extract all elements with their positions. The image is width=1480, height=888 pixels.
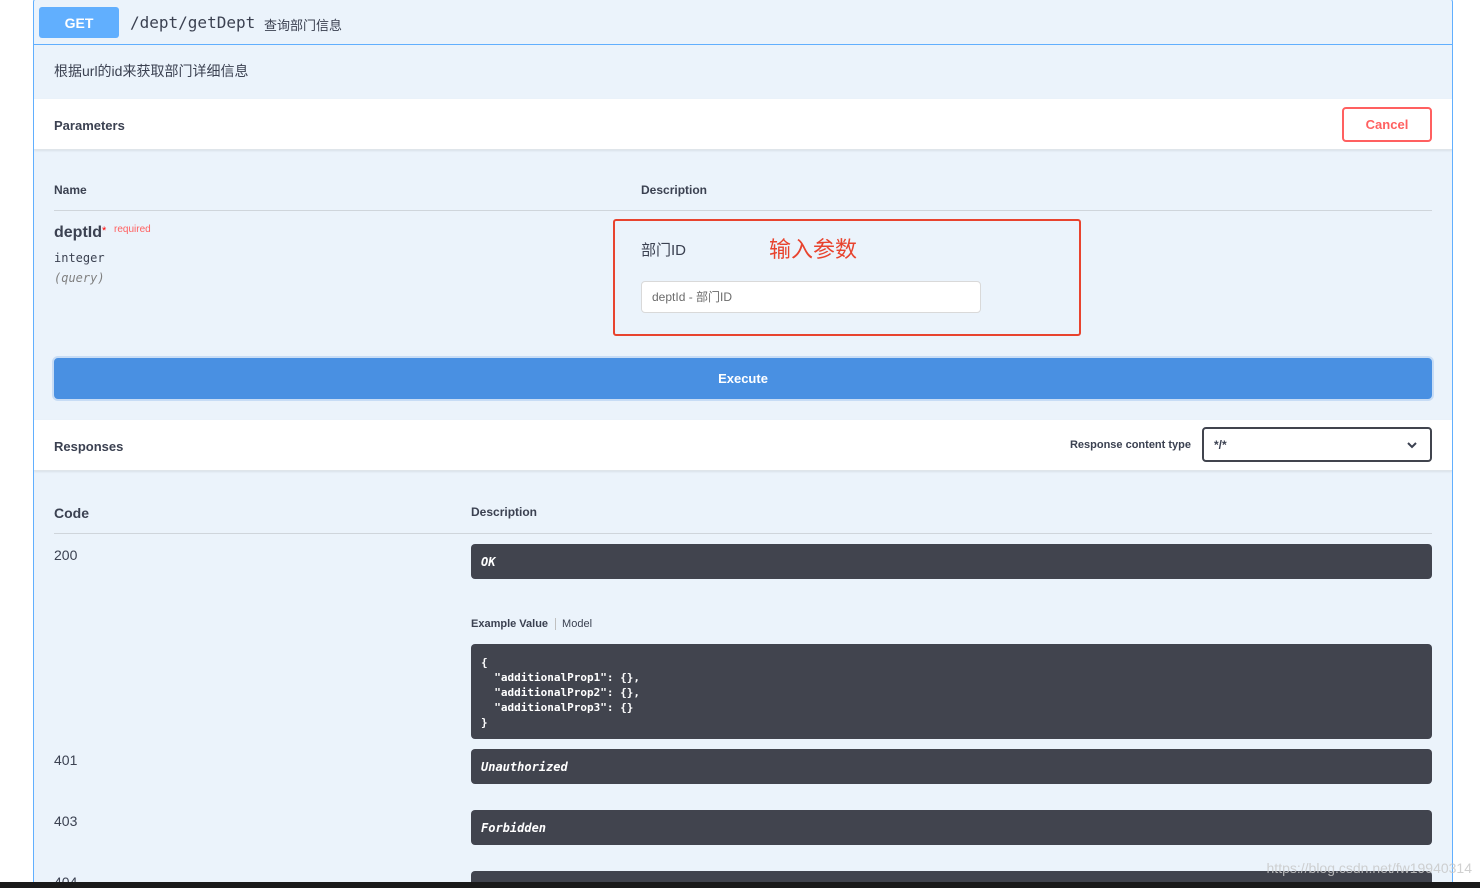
operation-path: /dept/getDept xyxy=(130,13,256,32)
window-bottom-bar xyxy=(0,882,1480,888)
response-description: Forbidden xyxy=(471,810,1432,845)
param-header-divider xyxy=(54,210,1432,211)
response-content-type-label: Response content type xyxy=(1069,439,1191,451)
param-location: (query) xyxy=(54,271,105,285)
response-code: 403 xyxy=(54,813,78,829)
param-description: 部门ID xyxy=(641,242,687,259)
response-content-type-select[interactable]: */* xyxy=(1202,427,1432,462)
operation-description: 根据url的id来获取部门详细信息 xyxy=(54,63,249,79)
cancel-button[interactable]: Cancel xyxy=(1342,107,1432,142)
annotation-text: 输入参数 xyxy=(769,237,858,262)
execute-button[interactable]: Execute xyxy=(54,358,1432,399)
watermark: https://blog.csdn.net/fw19940314 xyxy=(1266,860,1472,876)
response-header-divider xyxy=(54,533,1432,534)
responses-title: Responses xyxy=(54,439,124,454)
operation-block: GET /dept/getDept 查询部门信息 根据url的id来获取部门详细… xyxy=(33,0,1453,888)
method-badge: GET xyxy=(39,7,119,38)
operation-summary-text: 查询部门信息 xyxy=(264,18,343,33)
dept-id-input[interactable] xyxy=(641,281,981,313)
col-description-header: Description xyxy=(641,183,708,197)
tab-example-value[interactable]: Example Value xyxy=(471,618,557,630)
parameters-header: Parameters Cancel xyxy=(34,99,1452,150)
chevron-down-icon xyxy=(1407,442,1417,449)
parameters-title: Parameters xyxy=(54,118,125,133)
content-type-value: */* xyxy=(1214,437,1227,452)
example-model-tabs: Example Value Model xyxy=(471,618,592,630)
param-name: deptId xyxy=(54,224,102,241)
tab-model[interactable]: Model xyxy=(556,618,592,630)
example-value-code: { "additionalProp1": {}, "additionalProp… xyxy=(471,644,1432,739)
col-name-header: Name xyxy=(54,183,87,197)
operation-summary[interactable]: GET /dept/getDept 查询部门信息 xyxy=(34,0,1452,45)
response-description: OK xyxy=(471,544,1432,579)
required-label: required xyxy=(114,224,151,235)
col-code-header: Code xyxy=(54,505,89,521)
col-response-description-header: Description xyxy=(471,505,538,519)
response-description: Unauthorized xyxy=(471,749,1432,784)
required-star: * xyxy=(102,225,107,237)
response-code: 401 xyxy=(54,752,78,768)
param-type: integer xyxy=(54,251,105,265)
response-code: 200 xyxy=(54,547,78,563)
